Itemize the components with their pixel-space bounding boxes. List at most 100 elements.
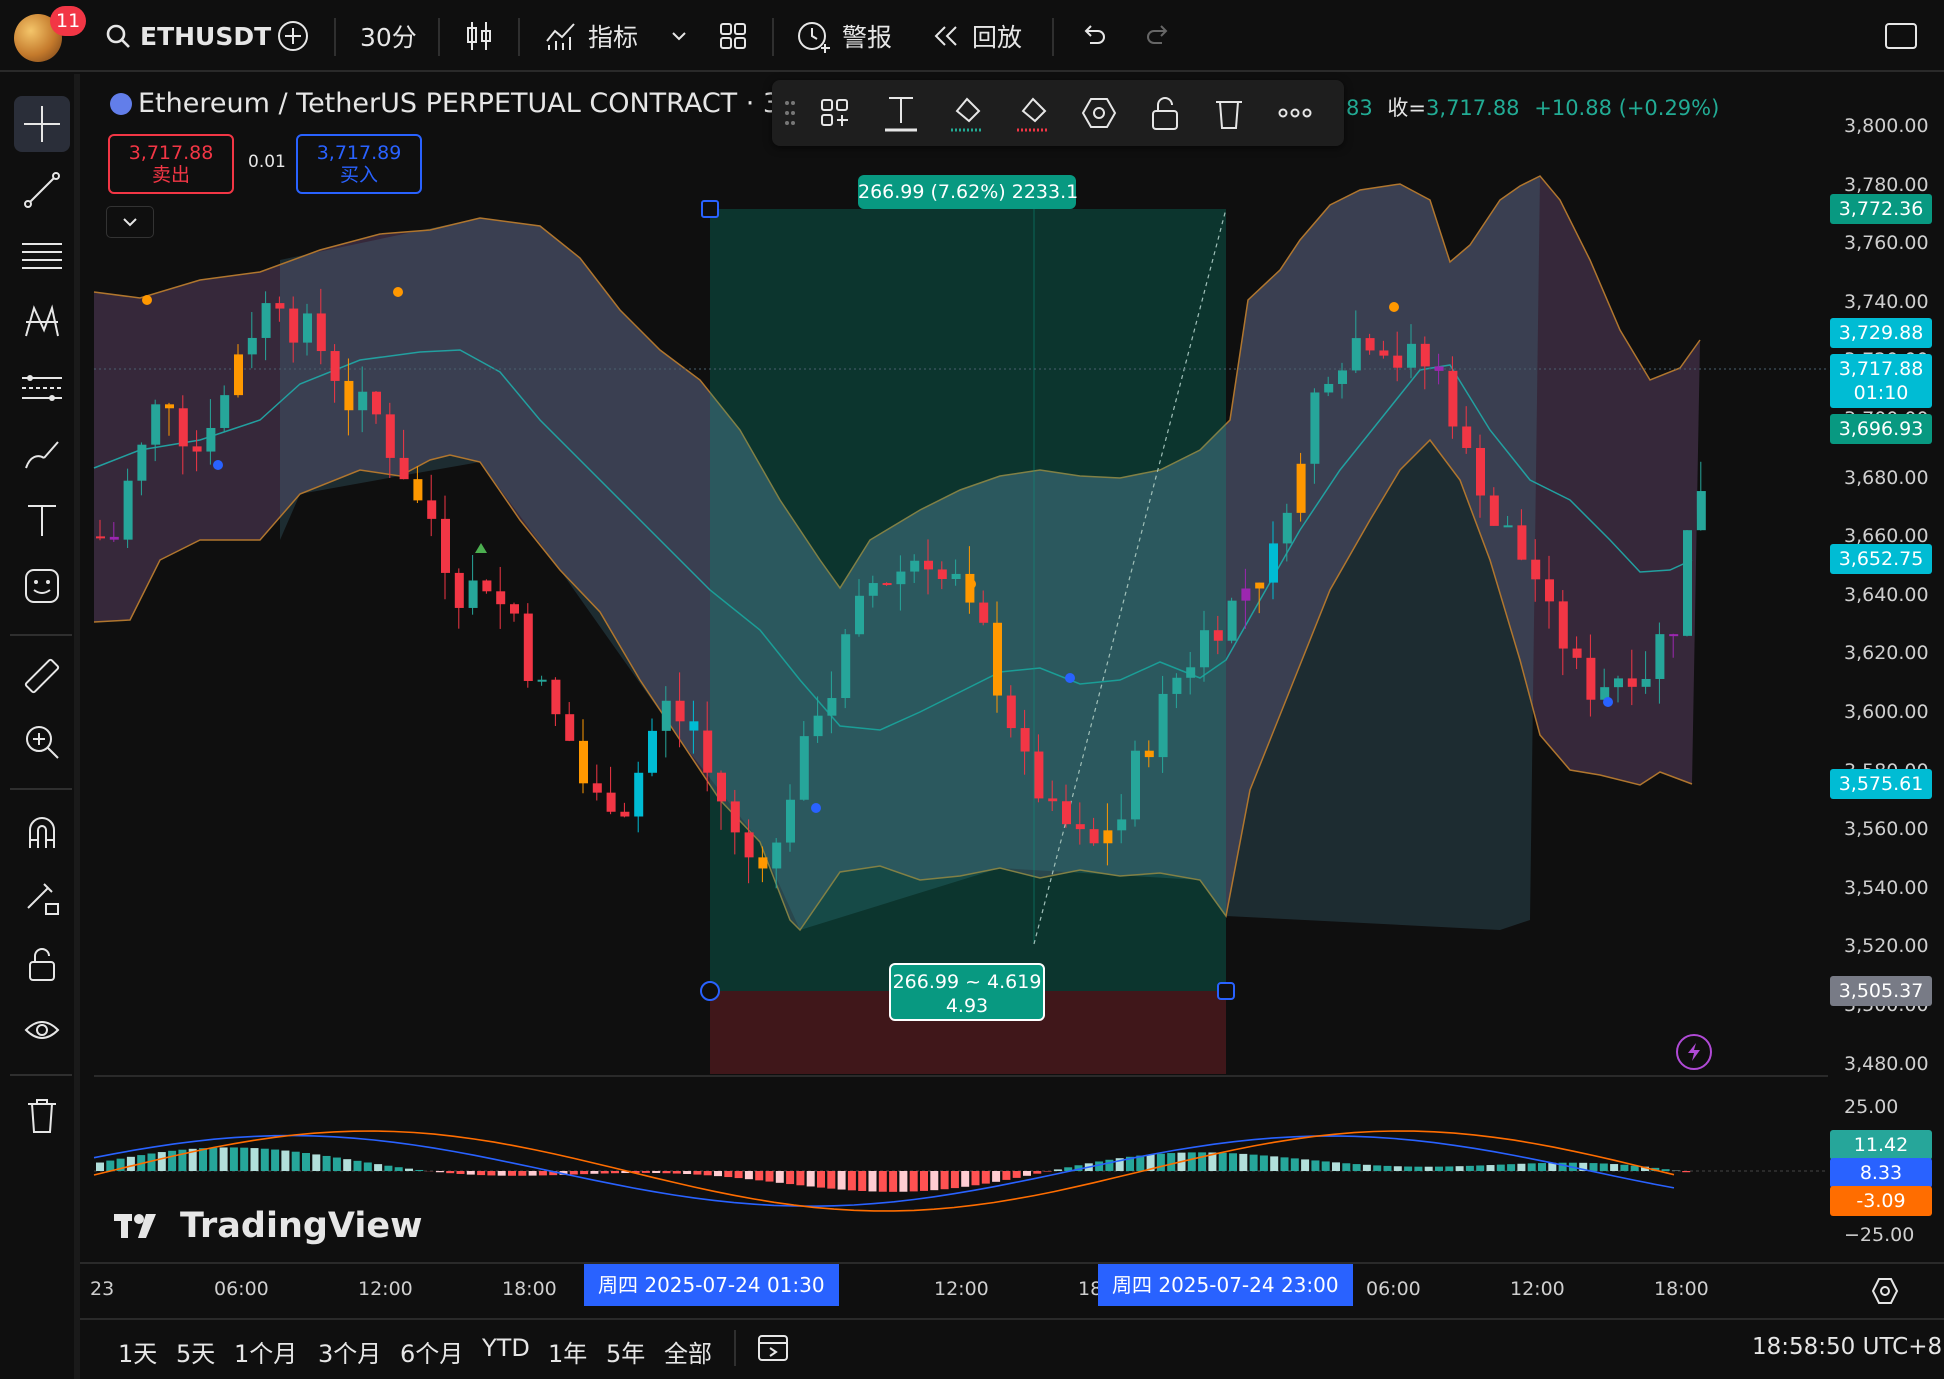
macd-bar — [353, 1160, 362, 1171]
price-tick: 3,540.00 — [1844, 876, 1929, 899]
macd-bar — [343, 1159, 352, 1171]
candle-body — [358, 391, 368, 411]
macd-bar — [858, 1171, 867, 1191]
delete-button[interactable] — [1206, 90, 1252, 136]
macd-bar — [827, 1171, 836, 1189]
candle-body — [1462, 426, 1472, 448]
macd-bar — [1321, 1161, 1330, 1171]
candle-body — [1282, 512, 1292, 544]
macd-bar — [878, 1171, 887, 1192]
lock-button[interactable] — [1142, 90, 1188, 136]
loss-color-button[interactable] — [1010, 90, 1056, 136]
text-button[interactable] — [878, 90, 924, 136]
candle-body — [330, 351, 340, 381]
candle-body — [1310, 392, 1320, 464]
macd-bar — [641, 1171, 650, 1173]
candle-body — [579, 740, 588, 784]
range-5y[interactable]: 5年 — [606, 1334, 645, 1369]
price-tick: 3,480.00 — [1844, 1052, 1929, 1075]
profit-color-button[interactable] — [944, 90, 990, 136]
candle-body — [523, 613, 533, 681]
range-all[interactable]: 全部 — [664, 1334, 712, 1369]
macd-bar — [1280, 1157, 1289, 1171]
candle-body — [1338, 370, 1347, 384]
axis-settings-button[interactable] — [1870, 1276, 1900, 1310]
text-icon — [885, 97, 917, 132]
candle-body — [1324, 383, 1334, 393]
trash-icon — [1216, 101, 1242, 129]
range-1d[interactable]: 1天 — [118, 1334, 157, 1369]
candle-body — [717, 772, 726, 802]
macd-bar — [477, 1171, 486, 1176]
candle-body — [1144, 750, 1154, 758]
macd-bar — [394, 1167, 403, 1171]
macd-bar — [1156, 1153, 1165, 1171]
macd-bar — [1373, 1165, 1382, 1171]
more-button[interactable] — [1272, 90, 1318, 136]
candle-body — [1186, 667, 1196, 678]
macd-bar — [157, 1152, 166, 1171]
macd-bar — [590, 1171, 599, 1174]
lightning-icon — [1688, 1043, 1700, 1061]
lightning-button[interactable] — [1676, 1034, 1712, 1070]
macd-bar — [652, 1171, 661, 1173]
risk-reward-label: 266.99 ~ 4.619 4.93 — [889, 963, 1045, 1021]
candle-body — [648, 730, 657, 773]
chevron-down-icon — [123, 218, 137, 227]
candle-body — [882, 583, 892, 586]
goto-date-button[interactable] — [756, 1330, 792, 1368]
collapse-legend-button[interactable] — [106, 206, 154, 238]
candle-body — [661, 700, 671, 731]
candle-body — [1269, 543, 1278, 583]
macd-bar — [580, 1171, 589, 1175]
macd-bar — [899, 1171, 908, 1192]
resize-handle — [700, 981, 720, 1001]
range-1m[interactable]: 1个月 — [234, 1334, 297, 1369]
buy-button[interactable]: 3,717.89 买入 — [296, 134, 422, 194]
drawing-properties-toolbar — [772, 80, 1344, 146]
macd-bar — [1249, 1154, 1258, 1171]
macd-bar — [992, 1171, 1001, 1182]
macd-bar — [497, 1171, 506, 1176]
candle-body — [896, 571, 906, 585]
symbol-legend[interactable]: Ethereum / TetherUS PERPETUAL CONTRACT ·… — [110, 88, 814, 119]
hexagon-settings-icon — [1081, 98, 1117, 128]
time-label: 12:00 — [1510, 1278, 1565, 1300]
candle-body — [1545, 579, 1554, 602]
candle-body — [316, 313, 326, 352]
macd-bar — [1362, 1164, 1371, 1171]
templates-button[interactable] — [812, 90, 858, 136]
candle-body — [841, 634, 851, 699]
macd-bar — [971, 1171, 980, 1186]
macd-bar — [374, 1164, 383, 1171]
macd-bar — [229, 1147, 238, 1171]
macd-bar — [1507, 1164, 1516, 1171]
range-ytd[interactable]: YTD — [482, 1334, 530, 1362]
candle-body — [1200, 630, 1209, 668]
candle-body — [1351, 338, 1361, 371]
sell-button[interactable]: 3,717.88 卖出 — [108, 134, 234, 194]
macd-bar — [528, 1171, 537, 1176]
candle-body — [137, 444, 147, 481]
candle-body — [275, 303, 285, 309]
macd-bar — [1023, 1171, 1031, 1176]
macd-bar — [1187, 1152, 1196, 1171]
range-1y[interactable]: 1年 — [548, 1334, 587, 1369]
range-5d[interactable]: 5天 — [176, 1334, 215, 1369]
range-3m[interactable]: 3个月 — [318, 1334, 381, 1369]
macd-bar — [786, 1171, 795, 1185]
price-axis[interactable] — [1828, 74, 1944, 1074]
settings-button[interactable] — [1076, 90, 1122, 136]
drag-handle[interactable] — [780, 90, 800, 136]
tradingview-logo-icon — [114, 1214, 156, 1238]
candle-body — [1503, 525, 1513, 528]
macd-bar — [600, 1171, 609, 1174]
macd-bar — [1259, 1155, 1268, 1171]
candle-body — [289, 308, 299, 343]
candle-body — [96, 536, 105, 539]
candle-body — [1158, 693, 1168, 758]
signal-dot — [393, 287, 403, 297]
macd-bar — [126, 1156, 135, 1171]
range-6m[interactable]: 6个月 — [400, 1334, 463, 1369]
candle-body — [730, 801, 740, 833]
